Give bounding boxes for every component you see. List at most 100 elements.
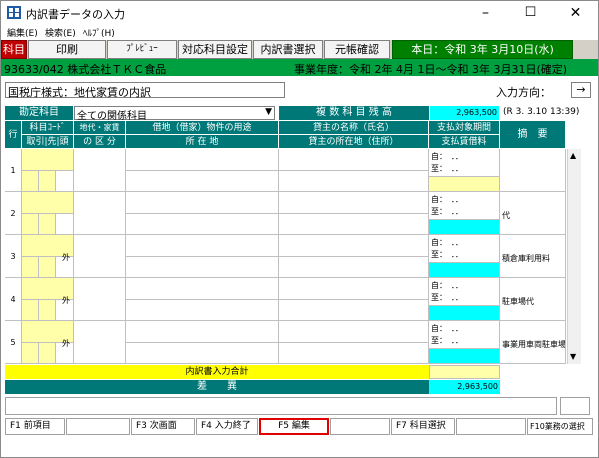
shozai-cell[interactable] (126, 213, 279, 235)
kamoku-button[interactable]: 科目 (1, 40, 27, 59)
uchiwake-select-button[interactable]: 内訳書選択 (253, 40, 323, 59)
menu-bar: 編集(E) 検索(E) ﾍﾙﾌﾟ(H) (1, 24, 598, 40)
tekiyo-cell[interactable]: 駐車場代 (500, 278, 566, 321)
chinryo-cell[interactable] (429, 176, 500, 192)
col-tekiyo: 摘 要 (500, 121, 566, 149)
kashinushi-cell[interactable] (279, 149, 429, 171)
kashinushi-cell[interactable] (279, 321, 429, 343)
youto-cell[interactable] (126, 321, 279, 343)
torihiki-cell[interactable] (22, 256, 39, 278)
menu-edit[interactable]: 編集(E) (7, 26, 38, 39)
account-select[interactable]: 全ての関係科目 ▼ (74, 106, 275, 122)
f8-button[interactable] (456, 418, 526, 435)
col-torihiki: 取引|先|頭 (22, 135, 74, 149)
taiou-kamoku-button[interactable]: 対応科目設定 (178, 40, 252, 59)
direction-toggle[interactable]: → (571, 82, 591, 98)
chinryo-cell[interactable] (429, 305, 500, 321)
row-number: 3 (5, 235, 22, 278)
kashinushi-addr-cell[interactable] (279, 299, 429, 321)
torihiki-cell[interactable] (22, 299, 39, 321)
print-button[interactable]: 印刷 (28, 40, 106, 59)
f10-button[interactable]: F10業務の選択 (527, 418, 593, 435)
diff-value: 2,963,500 (429, 380, 500, 394)
saki-cell[interactable] (39, 170, 56, 192)
saki-cell[interactable] (39, 256, 56, 278)
period-to: 至： ．． (431, 164, 463, 173)
kashinushi-addr-cell[interactable] (279, 256, 429, 278)
form-type-label: 国税庁様式：地代家賃の内訳 (8, 86, 151, 99)
tekiyo-cell[interactable]: 積倉庫利用料 (500, 235, 566, 278)
atama-cell[interactable] (56, 170, 74, 192)
form-type-box: 国税庁様式：地代家賃の内訳 (5, 82, 285, 99)
kashinushi-addr-cell[interactable] (279, 342, 429, 364)
status-field (560, 397, 590, 415)
youto-cell[interactable] (126, 278, 279, 300)
kubun-cell[interactable] (74, 278, 126, 321)
col-youto: 借地（借家）物件の用途 (126, 121, 279, 135)
period-from: 自： ．． (431, 324, 463, 333)
tekiyo-cell[interactable]: 事業用車両駐車場 (500, 321, 566, 364)
f1-button[interactable]: F1 前項目 (5, 418, 65, 435)
account-select-value: 全ての関係科目 (77, 111, 147, 122)
account-label: 勘定科目 (5, 106, 73, 120)
motocho-button[interactable]: 元帳確認 (324, 40, 390, 59)
scroll-down-icon[interactable]: ▼ (570, 352, 576, 361)
kashinushi-cell[interactable] (279, 278, 429, 300)
kamoku-code-cell[interactable] (22, 149, 74, 171)
period-from: 自： ．． (431, 195, 463, 204)
toolbar: 科目 印刷 ﾌﾟﾚﾋﾞｭｰ 対応科目設定 内訳書選択 元帳確認 本日：令和 3年… (1, 40, 598, 59)
col-kubun: の 区 分 (74, 135, 126, 149)
shozai-cell[interactable] (126, 170, 279, 192)
kamoku-code-cell[interactable] (22, 192, 74, 214)
chinryo-cell[interactable] (429, 219, 500, 235)
kubun-cell[interactable] (74, 321, 126, 364)
chinryo-cell[interactable] (429, 348, 500, 364)
kubun-cell[interactable] (74, 235, 126, 278)
kubun-cell[interactable] (74, 149, 126, 192)
youto-cell[interactable] (126, 192, 279, 214)
shozai-cell[interactable] (126, 256, 279, 278)
torihiki-cell[interactable] (22, 170, 39, 192)
diff-label: 差 異 (5, 380, 429, 394)
saki-cell[interactable] (39, 299, 56, 321)
menu-help[interactable]: ﾍﾙﾌﾟ(H) (83, 26, 115, 39)
scroll-up-icon[interactable]: ▲ (570, 151, 576, 160)
tekiyo-cell[interactable]: 代 (500, 192, 566, 235)
f2-button[interactable] (66, 418, 130, 435)
youto-cell[interactable] (126, 235, 279, 257)
minimize-button[interactable]: – (463, 2, 508, 24)
kubun-cell[interactable] (74, 192, 126, 235)
f6-button[interactable] (330, 418, 390, 435)
kashinushi-cell[interactable] (279, 235, 429, 257)
period-to: 至： ．． (431, 336, 463, 345)
youto-cell[interactable] (126, 149, 279, 171)
maximize-button[interactable]: ☐ (508, 2, 553, 24)
kashinushi-cell[interactable] (279, 192, 429, 214)
period-to: 至： ．． (431, 207, 463, 216)
vertical-scrollbar[interactable]: ▲ ▼ (567, 149, 581, 364)
torihiki-cell[interactable] (22, 213, 39, 235)
atama-cell[interactable] (56, 213, 74, 235)
menu-search[interactable]: 検索(E) (45, 26, 76, 39)
torihiki-cell[interactable] (22, 342, 39, 364)
saki-cell[interactable] (39, 213, 56, 235)
kashinushi-addr-cell[interactable] (279, 213, 429, 235)
period-to: 至： ．． (431, 250, 463, 259)
col-kamoku-code: 科目ｺｰﾄﾞ (22, 121, 74, 135)
shozai-cell[interactable] (126, 299, 279, 321)
f3-button[interactable]: F3 次画面 (131, 418, 195, 435)
f4-button[interactable]: F4 入力終了 (196, 418, 258, 435)
row-number: 2 (5, 192, 22, 235)
shozai-cell[interactable] (126, 342, 279, 364)
kashinushi-addr-cell[interactable] (279, 170, 429, 192)
f7-button[interactable]: F7 科目選択 (391, 418, 455, 435)
preview-button[interactable]: ﾌﾟﾚﾋﾞｭｰ (107, 40, 177, 59)
saki-cell[interactable] (39, 342, 56, 364)
close-button[interactable]: ✕ (553, 2, 598, 24)
balance-value: 2,963,500 (430, 106, 499, 120)
f5-edit-button[interactable]: F5 編集 (259, 418, 329, 435)
app-icon (7, 6, 21, 19)
tekiyo-cell[interactable] (500, 149, 566, 192)
chinryo-cell[interactable] (429, 262, 500, 278)
date-display: 本日：令和 3年 3月10日(水) (392, 40, 573, 59)
